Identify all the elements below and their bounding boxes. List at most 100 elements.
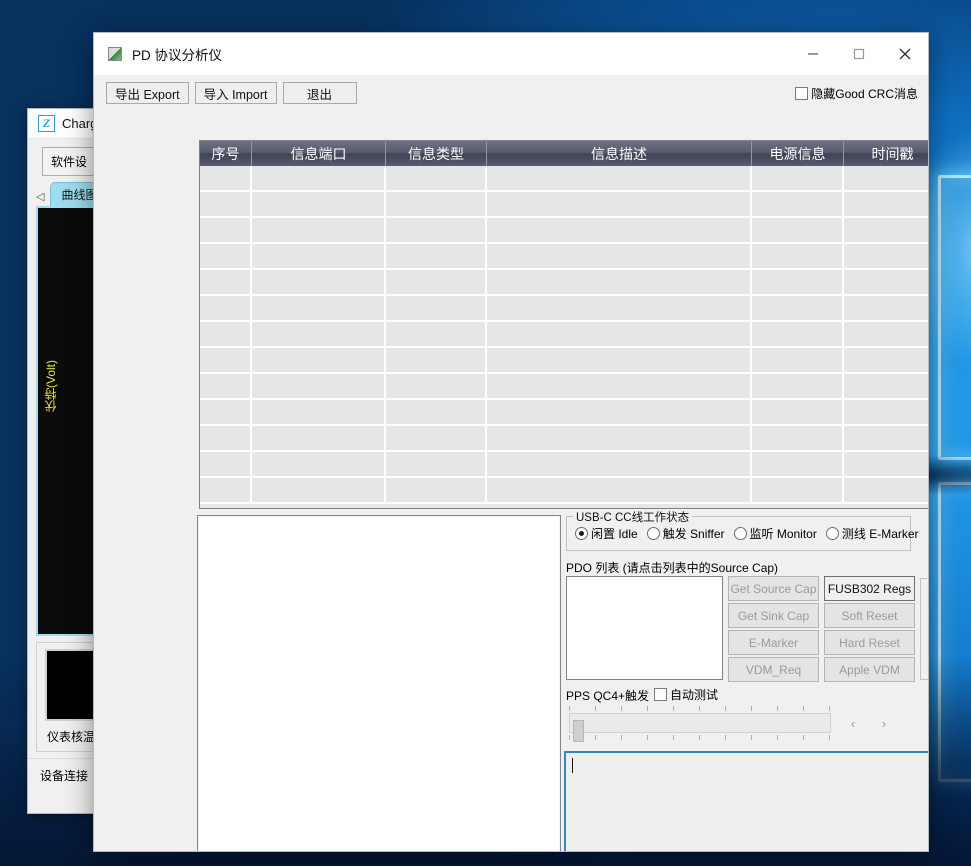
cc-radio-3[interactable]: 测线 E-Marker	[826, 525, 919, 542]
table-cell	[844, 218, 929, 244]
radio-icon[interactable]	[826, 527, 839, 540]
table-cell	[386, 166, 487, 192]
command-button-vdm-req: VDM_Req	[728, 657, 819, 682]
table-row[interactable]	[200, 478, 929, 504]
table-cell	[487, 218, 752, 244]
table-header-4[interactable]: 电源信息	[752, 141, 844, 166]
command-button-fusb302-regs[interactable]: FUSB302 Regs	[824, 576, 915, 601]
radio-icon[interactable]	[575, 527, 588, 540]
table-row[interactable]	[200, 322, 929, 348]
pdo-list-label: PDO 列表 (请点击列表中的Source Cap)	[566, 559, 778, 576]
table-header-2[interactable]: 信息类型	[386, 141, 487, 166]
table-row[interactable]	[200, 426, 929, 452]
cc-radio-0[interactable]: 闲置 Idle	[575, 525, 638, 542]
table-row[interactable]	[200, 192, 929, 218]
hide-good-crc-checkbox[interactable]: 隐藏Good CRC消息	[795, 85, 918, 102]
table-cell	[252, 244, 386, 270]
table-cell	[487, 296, 752, 322]
table-cell	[252, 218, 386, 244]
table-cell	[200, 270, 252, 296]
table-cell	[200, 426, 252, 452]
table-cell	[752, 426, 844, 452]
maximize-button[interactable]	[836, 33, 882, 75]
cc-radio-label: 触发 Sniffer	[663, 525, 725, 542]
table-cell	[844, 478, 929, 504]
pd-toolbar: 导出 Export 导入 Import 退出 隐藏Good CRC消息	[94, 75, 928, 111]
table-cell	[252, 270, 386, 296]
table-cell	[252, 426, 386, 452]
exit-button[interactable]: 退出	[283, 82, 357, 104]
radio-icon[interactable]	[734, 527, 747, 540]
table-cell	[252, 400, 386, 426]
auto-test-label: 自动测试	[670, 686, 718, 703]
table-cell	[752, 166, 844, 192]
auto-test-checkbox[interactable]: 自动测试	[654, 686, 718, 703]
pdo-list[interactable]	[566, 576, 723, 680]
table-row[interactable]	[200, 218, 929, 244]
table-cell	[200, 296, 252, 322]
table-cell	[386, 270, 487, 296]
table-cell	[386, 426, 487, 452]
table-cell	[200, 218, 252, 244]
table-cell	[752, 348, 844, 374]
table-row[interactable]	[200, 374, 929, 400]
pd-analyzer-window[interactable]: PD 协议分析仪 导出 Export 导入 Import 退出 隐藏Good C…	[93, 32, 929, 852]
export-button[interactable]: 导出 Export	[106, 82, 189, 104]
table-cell	[844, 166, 929, 192]
window-title: PD 协议分析仪	[132, 44, 790, 64]
text-caret	[572, 758, 573, 773]
log-textarea[interactable]: ⌃ ⌄	[564, 751, 929, 852]
cc-state-legend: USB-C CC线工作状态	[573, 509, 692, 525]
cc-radio-1[interactable]: 触发 Sniffer	[647, 525, 725, 542]
table-row[interactable]	[200, 166, 929, 192]
table-header-0[interactable]: 序号	[200, 141, 252, 166]
table-cell	[386, 244, 487, 270]
message-table[interactable]: 序号信息端口信息类型信息描述电源信息时间戳Msg ID	[199, 140, 929, 509]
table-cell	[487, 270, 752, 296]
tab-scroll-left-icon[interactable]: ◁	[34, 190, 48, 206]
table-header-row: 序号信息端口信息类型信息描述电源信息时间戳Msg ID	[200, 141, 929, 166]
cc-radio-2[interactable]: 监听 Monitor	[734, 525, 817, 542]
minimize-button[interactable]	[790, 33, 836, 75]
edit-vdm-legend: Edit VDM	[927, 571, 929, 583]
slider-decrement-button[interactable]: ‹	[842, 714, 864, 733]
table-cell	[752, 452, 844, 478]
table-row[interactable]	[200, 296, 929, 322]
radio-icon[interactable]	[647, 527, 660, 540]
table-cell	[844, 322, 929, 348]
slider-increment-button[interactable]: ›	[873, 714, 895, 733]
table-row[interactable]	[200, 400, 929, 426]
table-cell	[752, 296, 844, 322]
table-header-3[interactable]: 信息描述	[487, 141, 752, 166]
command-button-apple-vdm: Apple VDM	[824, 657, 915, 682]
table-cell	[200, 322, 252, 348]
edit-vdm-groupbox: Edit VDM Send VDM	[920, 578, 929, 680]
table-body[interactable]	[200, 166, 929, 504]
table-row[interactable]	[200, 270, 929, 296]
table-cell	[252, 296, 386, 322]
table-header-5[interactable]: 时间戳	[844, 141, 929, 166]
cc-radio-label: 监听 Monitor	[750, 525, 817, 542]
checkbox-icon[interactable]	[795, 87, 808, 100]
table-cell	[487, 166, 752, 192]
checkbox-icon[interactable]	[654, 688, 667, 701]
table-cell	[200, 374, 252, 400]
table-cell	[200, 348, 252, 374]
table-cell	[386, 192, 487, 218]
table-cell	[252, 192, 386, 218]
import-button[interactable]: 导入 Import	[195, 82, 277, 104]
command-button-e-marker: E-Marker	[728, 630, 819, 655]
pd-titlebar[interactable]: PD 协议分析仪	[94, 33, 928, 75]
table-cell	[252, 478, 386, 504]
table-cell	[200, 452, 252, 478]
table-row[interactable]	[200, 452, 929, 478]
table-row[interactable]	[200, 244, 929, 270]
detail-panel[interactable]	[197, 515, 561, 852]
close-button[interactable]	[882, 33, 928, 75]
table-cell	[200, 244, 252, 270]
slider-track[interactable]	[569, 713, 831, 733]
pps-slider[interactable]	[565, 706, 835, 742]
table-header-1[interactable]: 信息端口	[252, 141, 386, 166]
table-cell	[752, 322, 844, 348]
table-row[interactable]	[200, 348, 929, 374]
